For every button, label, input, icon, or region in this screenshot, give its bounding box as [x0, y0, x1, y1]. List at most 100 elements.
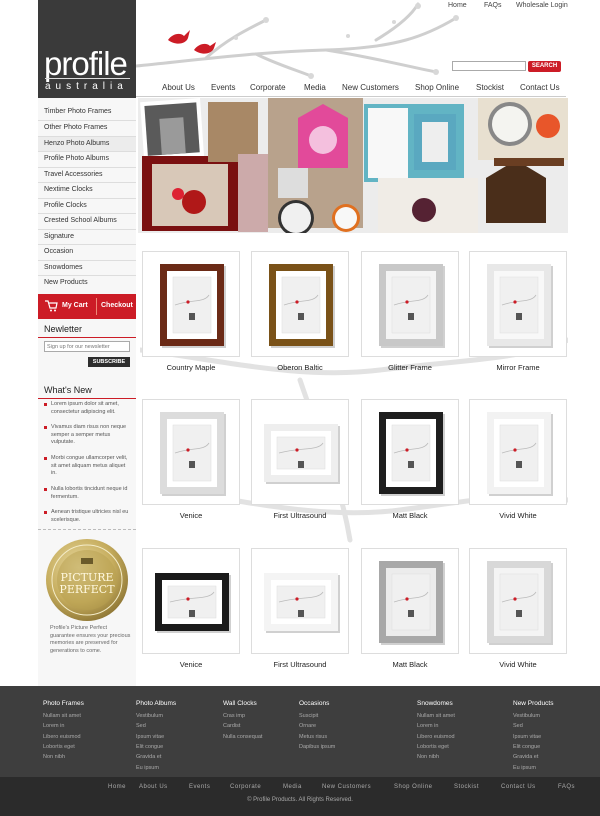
product-image: [269, 264, 335, 348]
nav-events[interactable]: Events: [211, 83, 235, 92]
product-card[interactable]: [361, 251, 459, 357]
footer-link[interactable]: Nullam sit amet: [43, 713, 81, 719]
whats-new-item[interactable]: Morbi congue ullamcorper velit, sit amet…: [44, 455, 132, 478]
whats-new-item[interactable]: Aenean tristique ultricies nisl eu scele…: [44, 509, 132, 524]
product-name[interactable]: Vivid White: [468, 511, 568, 520]
footer-link[interactable]: Sed: [136, 723, 146, 729]
product-image: [379, 412, 445, 496]
footer-bottom-link[interactable]: Events: [189, 784, 210, 790]
footer-link[interactable]: Cardist: [223, 723, 240, 729]
subscribe-button[interactable]: SUBSCRIBE: [88, 357, 130, 367]
footer-link[interactable]: Nullam sit amet: [417, 713, 455, 719]
sidebar-item-signature[interactable]: Signature: [44, 230, 136, 244]
footer-column-title: New Products: [513, 700, 554, 707]
sidebar-item-occasion[interactable]: Occasion: [44, 245, 136, 259]
footer-link[interactable]: Libero euismod: [43, 734, 81, 740]
sidebar-item-travel-accessories[interactable]: Travel Accessories: [44, 168, 136, 182]
footer-link[interactable]: Libero euismod: [417, 734, 455, 740]
footer-link[interactable]: Lobortis eget: [43, 744, 75, 750]
footer-bottom-link[interactable]: New Customers: [322, 784, 371, 790]
footer-bottom-link[interactable]: Home: [108, 784, 126, 790]
sidebar-item-henzo-photo-albums[interactable]: Henzo Photo Albums: [38, 137, 136, 151]
nav-contact-us[interactable]: Contact Us: [520, 83, 560, 92]
search-button[interactable]: SEARCH: [528, 61, 561, 72]
product-name[interactable]: Oberon Baltic: [250, 363, 350, 372]
sidebar-item-other-photo-frames[interactable]: Other Photo Frames: [44, 121, 136, 135]
product-name[interactable]: Venice: [141, 511, 241, 520]
product-name[interactable]: Matt Black: [360, 511, 460, 520]
nav-media[interactable]: Media: [304, 83, 326, 92]
product-name[interactable]: Glitter Frame: [360, 363, 460, 372]
sidebar-item-profile-photo-albums[interactable]: Profile Photo Albums: [44, 152, 136, 166]
footer-link[interactable]: Non nibh: [43, 754, 65, 760]
product-card[interactable]: [251, 399, 349, 505]
search-input[interactable]: [452, 61, 526, 71]
product-card[interactable]: [469, 399, 567, 505]
sidebar-item-new-products[interactable]: New Products: [44, 276, 136, 290]
product-card[interactable]: [469, 548, 567, 654]
footer-bottom-link[interactable]: Corporate: [230, 784, 261, 790]
footer-link[interactable]: Cras imp: [223, 713, 245, 719]
product-name[interactable]: Country Maple: [141, 363, 241, 372]
footer-link[interactable]: Vestibulum: [513, 713, 540, 719]
sidebar-item-profile-clocks[interactable]: Profile Clocks: [44, 199, 136, 213]
product-name[interactable]: Mirror Frame: [468, 363, 568, 372]
footer-link[interactable]: Dapibus ipsum: [299, 744, 335, 750]
sidebar-item-snowdomes[interactable]: Snowdomes: [44, 261, 136, 275]
product-card[interactable]: [251, 251, 349, 357]
checkout-link[interactable]: Checkout: [101, 302, 133, 309]
product-card[interactable]: [142, 251, 240, 357]
nav-new-customers[interactable]: New Customers: [342, 83, 399, 92]
nav-about-us[interactable]: About Us: [162, 83, 195, 92]
product-name[interactable]: Vivid White: [468, 660, 568, 669]
product-card[interactable]: [361, 399, 459, 505]
footer-bottom-link[interactable]: Media: [283, 784, 302, 790]
nav-shop-online[interactable]: Shop Online: [415, 83, 459, 92]
footer-link[interactable]: Ornare: [299, 723, 316, 729]
product-name[interactable]: First Ultrasound: [250, 511, 350, 520]
footer-link[interactable]: Eu ipsum: [513, 765, 536, 771]
footer-link[interactable]: Gravida et: [136, 754, 161, 760]
product-card[interactable]: [469, 251, 567, 357]
bullet-icon: [44, 403, 47, 406]
sidebar-item-crested-school-albums[interactable]: Crested School Albums: [44, 214, 136, 228]
product-name[interactable]: Matt Black: [360, 660, 460, 669]
product-card[interactable]: [142, 548, 240, 654]
footer-link[interactable]: Non nibh: [417, 754, 439, 760]
footer-link[interactable]: Nulla consequat: [223, 734, 262, 740]
footer-bottom-link[interactable]: Contact Us: [501, 784, 536, 790]
footer-link[interactable]: Elit congue: [136, 744, 163, 750]
my-cart-link[interactable]: My Cart: [62, 302, 88, 309]
product-card[interactable]: [251, 548, 349, 654]
footer-link[interactable]: Lorem in: [417, 723, 438, 729]
nav-corporate[interactable]: Corporate: [250, 83, 286, 92]
footer-bottom-link[interactable]: Stockist: [454, 784, 479, 790]
whats-new-item[interactable]: Lorem ipsum dolor sit amet, consectetur …: [44, 401, 132, 416]
footer-bottom-link[interactable]: Shop Online: [394, 784, 433, 790]
footer-link[interactable]: Vestibulum: [136, 713, 163, 719]
footer-link[interactable]: Gravida et: [513, 754, 538, 760]
footer-bottom-link[interactable]: FAQs: [558, 784, 575, 790]
sidebar-item-timber-photo-frames[interactable]: Timber Photo Frames: [44, 105, 136, 119]
badge-description: Profile's Picture Perfect guarantee ensu…: [50, 625, 131, 654]
product-card[interactable]: [361, 548, 459, 654]
whats-new-item[interactable]: Nulla lobortis tincidunt neque id fermen…: [44, 486, 132, 501]
footer-link[interactable]: Eu ipsum: [136, 765, 159, 771]
sidebar-item-nextime-clocks[interactable]: Nextime Clocks: [44, 183, 136, 197]
footer-bottom-link[interactable]: About Us: [139, 784, 168, 790]
footer-link[interactable]: Sed: [513, 723, 523, 729]
newsletter-input[interactable]: Sign up for our newsletter: [44, 341, 130, 352]
footer-link[interactable]: Ipsum vitae: [136, 734, 164, 740]
product-card[interactable]: [142, 399, 240, 505]
footer-link[interactable]: Lobortis eget: [417, 744, 449, 750]
product-name[interactable]: First Ultrasound: [250, 660, 350, 669]
whats-new-item[interactable]: Vivamus diam risus non neque semper a se…: [44, 424, 132, 447]
footer-link[interactable]: Lorem in: [43, 723, 64, 729]
product-name[interactable]: Venice: [141, 660, 241, 669]
footer-link[interactable]: Ipsum vitae: [513, 734, 541, 740]
logo[interactable]: profile australia: [38, 0, 136, 98]
footer-link[interactable]: Elit congue: [513, 744, 540, 750]
footer-link[interactable]: Metus risus: [299, 734, 327, 740]
footer-link[interactable]: Suscipit: [299, 713, 318, 719]
nav-stockist[interactable]: Stockist: [476, 83, 504, 92]
